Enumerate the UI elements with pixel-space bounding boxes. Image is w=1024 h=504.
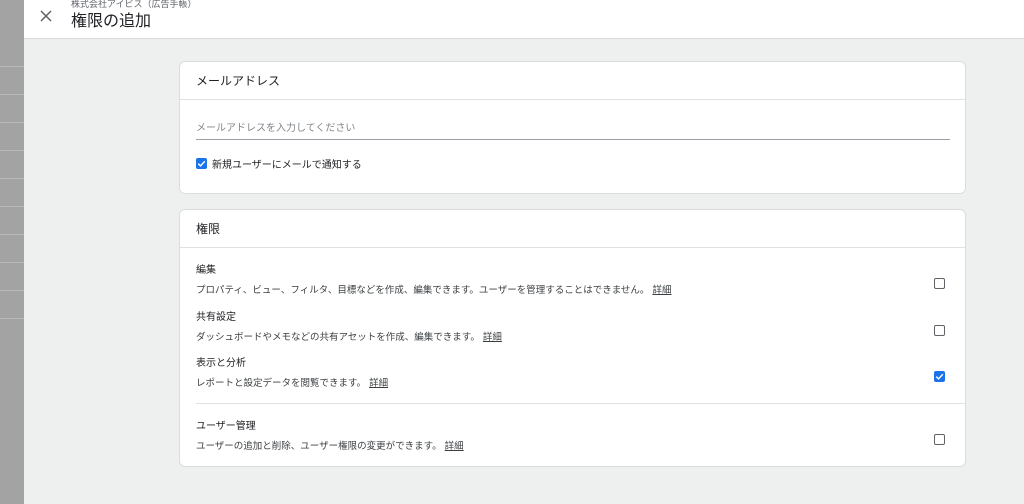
permission-read-analyze-checkbox[interactable] <box>934 371 945 382</box>
permission-name: 編集 <box>196 265 216 276</box>
details-link[interactable]: 詳細 <box>652 285 671 296</box>
permission-description-text: ダッシュボードやメモなどの共有アセットを作成、編集できます。 <box>196 332 480 343</box>
email-card-heading: メールアドレス <box>180 62 965 100</box>
account-name: 株式会社アイビス（広告手帳） <box>71 0 197 10</box>
permission-read-analyze: 表示と分析 レポートと設定データを閲覧できます。 詳細 <box>196 357 956 391</box>
email-card: メールアドレス 新規ユーザーにメールで通知する <box>179 61 966 194</box>
permissions-card: 権限 編集 プロパティ、ビュー、フィルタ、目標などを作成、編集できます。ユーザー… <box>179 209 966 467</box>
permission-manage-users: ユーザー管理 ユーザーの追加と削除、ユーザー権限の変更ができます。 詳細 <box>196 420 956 454</box>
permission-collaborate-checkbox[interactable] <box>934 325 945 336</box>
permission-name: 共有設定 <box>196 312 236 323</box>
check-icon <box>197 160 206 167</box>
permission-description-text: ユーザーの追加と削除、ユーザー権限の変更ができます。 <box>196 441 442 452</box>
permission-description: ダッシュボードやメモなどの共有アセットを作成、編集できます。 詳細 <box>196 331 956 345</box>
permission-edit: 編集 プロパティ、ビュー、フィルタ、目標などを作成、編集できます。ユーザーを管理… <box>196 264 956 298</box>
permission-edit-checkbox[interactable] <box>934 278 945 289</box>
divider <box>196 403 966 404</box>
close-button[interactable] <box>36 6 56 26</box>
notify-label: 新規ユーザーにメールで通知する <box>212 160 362 171</box>
details-link[interactable]: 詳細 <box>445 441 464 452</box>
panel-header: 株式会社アイビス（広告手帳） 権限の追加 <box>24 0 1024 39</box>
permission-description: プロパティ、ビュー、フィルタ、目標などを作成、編集できます。ユーザーを管理するこ… <box>196 284 956 298</box>
notify-checkbox-row[interactable]: 新規ユーザーにメールで通知する <box>196 156 362 171</box>
permission-collaborate: 共有設定 ダッシュボードやメモなどの共有アセットを作成、編集できます。 詳細 <box>196 311 956 345</box>
permission-name: ユーザー管理 <box>196 421 256 432</box>
permission-description-text: プロパティ、ビュー、フィルタ、目標などを作成、編集できます。ユーザーを管理するこ… <box>196 285 650 296</box>
permission-description-text: レポートと設定データを閲覧できます。 <box>196 378 367 389</box>
page-title: 権限の追加 <box>71 11 152 30</box>
details-link[interactable]: 詳細 <box>369 378 388 389</box>
background-overlay <box>0 0 24 504</box>
permission-description: ユーザーの追加と削除、ユーザー権限の変更ができます。 詳細 <box>196 440 956 454</box>
permission-name: 表示と分析 <box>196 358 246 369</box>
details-link[interactable]: 詳細 <box>483 332 502 343</box>
add-permissions-panel: 株式会社アイビス（広告手帳） 権限の追加 メールアドレス 新規ユーザーにメールで… <box>24 0 1024 504</box>
permission-manage-users-checkbox[interactable] <box>934 434 945 445</box>
notify-checkbox[interactable] <box>196 158 207 169</box>
check-icon <box>935 373 944 380</box>
permission-description: レポートと設定データを閲覧できます。 詳細 <box>196 377 956 391</box>
permissions-card-heading: 権限 <box>180 210 965 248</box>
close-icon <box>40 10 52 22</box>
email-input[interactable] <box>196 118 950 140</box>
